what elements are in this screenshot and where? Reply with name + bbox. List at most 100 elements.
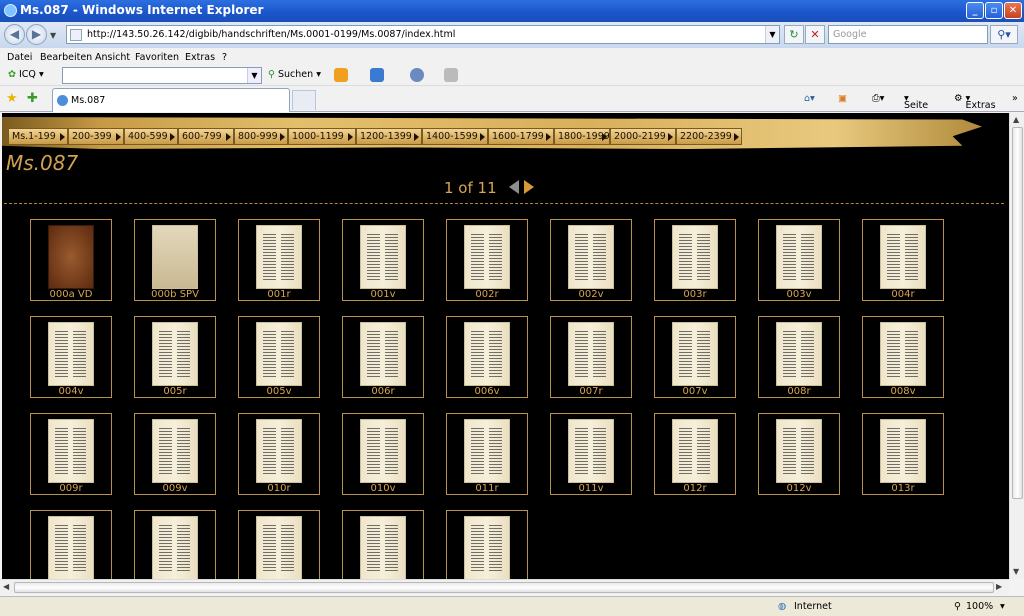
user-tool-icon[interactable] <box>410 68 424 82</box>
scroll-up-icon[interactable]: ▲ <box>1013 115 1019 124</box>
history-dropdown-icon[interactable]: ▼ <box>50 31 56 40</box>
horizontal-scrollbar[interactable]: ◀ ▶ <box>0 579 1009 594</box>
thumbnail-tile[interactable]: 011v <box>550 413 632 495</box>
refresh-button[interactable]: ↻ <box>784 25 804 44</box>
thumbnail-tile[interactable]: 000b SPV <box>134 219 216 301</box>
minimize-button[interactable]: _ <box>966 2 984 19</box>
favorites-star-icon[interactable]: ★ <box>6 91 18 106</box>
address-url[interactable]: http://143.50.26.142/digbib/handschrifte… <box>87 29 455 40</box>
thumbnail-tile[interactable]: 007v <box>654 316 736 398</box>
page-thumbnail-image <box>49 226 93 288</box>
nav-range-10[interactable]: 2000-2199 <box>610 128 676 145</box>
nav-range-8[interactable]: 1600-1799 <box>488 128 554 145</box>
nav-range-1[interactable]: 200-399 <box>68 128 124 145</box>
maximize-button[interactable]: ▫ <box>985 2 1003 19</box>
mail-tool-icon[interactable] <box>370 68 384 82</box>
home-icon[interactable]: ⌂▾ <box>804 93 815 104</box>
stop-button[interactable]: ✕ <box>805 25 825 44</box>
thumbnail-label: 000b SPV <box>151 289 199 300</box>
nav-range-4[interactable]: 800-999 <box>234 128 288 145</box>
tools-menu-button[interactable]: ⚙ Extras ▾ <box>954 93 996 111</box>
page-menu-button[interactable]: Seite ▾ <box>904 93 928 111</box>
thumbnail-tile[interactable]: 003v <box>758 219 840 301</box>
nav-range-2[interactable]: 400-599 <box>124 128 178 145</box>
menu-datei[interactable]: Datei <box>7 52 32 63</box>
thumbnail-tile[interactable] <box>446 510 528 579</box>
toolbar-search-input[interactable]: ▼ <box>62 67 262 84</box>
thumbnail-tile[interactable]: 009v <box>134 413 216 495</box>
thumbnail-tile[interactable]: 005r <box>134 316 216 398</box>
thumbnail-tile[interactable]: 010v <box>342 413 424 495</box>
scroll-right-icon[interactable]: ▶ <box>996 582 1002 591</box>
thumbnail-tile[interactable]: 003r <box>654 219 736 301</box>
scroll-left-icon[interactable]: ◀ <box>3 582 9 591</box>
zoom-icon[interactable]: ⚲ <box>954 601 961 612</box>
nav-range-0[interactable]: Ms.1-199 <box>8 128 68 145</box>
toolbar-dropdown-icon[interactable]: ▼ <box>247 68 261 83</box>
thumbnail-tile[interactable] <box>342 510 424 579</box>
menu-ansicht[interactable]: Ansicht <box>95 52 130 63</box>
thumbnail-tile[interactable]: 002r <box>446 219 528 301</box>
thumbnail-tile[interactable]: 007r <box>550 316 632 398</box>
thumbnail-tile[interactable] <box>238 510 320 579</box>
thumbnail-tile[interactable]: 001v <box>342 219 424 301</box>
address-dropdown-icon[interactable]: ▼ <box>765 26 779 43</box>
flower-tool-icon[interactable] <box>334 68 348 82</box>
menu-help[interactable]: ? <box>222 52 227 63</box>
forward-button[interactable]: ▶ <box>26 24 47 45</box>
search-go-icon[interactable]: ⚲▾ <box>990 25 1018 44</box>
page-thumbnail-image <box>465 323 509 385</box>
nav-range-5[interactable]: 1000-1199 <box>288 128 356 145</box>
nav-range-3[interactable]: 600-799 <box>178 128 234 145</box>
new-tab-button[interactable] <box>292 90 316 110</box>
thumbnail-tile[interactable]: 005v <box>238 316 320 398</box>
suchen-button[interactable]: ⚲ Suchen ▾ <box>268 69 321 80</box>
add-favorite-icon[interactable]: ✚ <box>27 91 38 106</box>
menu-favoriten[interactable]: Favoriten <box>135 52 179 63</box>
thumbnail-tile[interactable]: 002v <box>550 219 632 301</box>
page-thumbnail-image <box>881 323 925 385</box>
next-page-icon[interactable] <box>524 180 534 194</box>
thumbnail-tile[interactable]: 008r <box>758 316 840 398</box>
thumbnail-tile[interactable]: 001r <box>238 219 320 301</box>
icq-button[interactable]: ✿ ICQ ▾ <box>8 69 44 80</box>
thumbnail-tile[interactable]: 010r <box>238 413 320 495</box>
scroll-down-icon[interactable]: ▼ <box>1013 567 1019 576</box>
close-button[interactable]: ✕ <box>1004 2 1022 19</box>
thumbnail-label: 001v <box>370 289 396 300</box>
nav-range-11[interactable]: 2200-2399 <box>676 128 742 145</box>
menu-bearbeiten[interactable]: Bearbeiten <box>40 52 92 63</box>
chevron-more-icon[interactable]: » <box>1012 93 1018 104</box>
thumbnail-tile[interactable]: 004v <box>30 316 112 398</box>
back-button[interactable]: ◀ <box>4 24 25 45</box>
thumbnail-tile[interactable]: 006r <box>342 316 424 398</box>
thumbnail-tile[interactable]: 012v <box>758 413 840 495</box>
horizontal-scroll-thumb[interactable] <box>14 582 994 593</box>
thumbnail-tile[interactable] <box>30 510 112 579</box>
thumbnail-tile[interactable] <box>134 510 216 579</box>
zoom-level[interactable]: 100% <box>966 601 993 612</box>
search-input[interactable]: Google <box>828 25 988 44</box>
thumbnail-tile[interactable]: 006v <box>446 316 528 398</box>
tab-ms087[interactable]: Ms.087 <box>52 88 290 112</box>
thumbnail-tile[interactable]: 013r <box>862 413 944 495</box>
zoom-dropdown-icon[interactable]: ▾ <box>1000 601 1005 612</box>
nav-range-7[interactable]: 1400-1599 <box>422 128 488 145</box>
thumbnail-tile[interactable]: 011r <box>446 413 528 495</box>
thumbnail-tile[interactable]: 004r <box>862 219 944 301</box>
page-thumbnail-image <box>49 420 93 482</box>
nav-range-6[interactable]: 1200-1399 <box>356 128 422 145</box>
address-bar[interactable]: http://143.50.26.142/digbib/handschrifte… <box>66 25 780 44</box>
eraser-tool-icon[interactable] <box>444 68 458 82</box>
nav-range-9[interactable]: 1800-1999 <box>554 128 610 145</box>
thumbnail-tile[interactable]: 000a VD <box>30 219 112 301</box>
print-icon[interactable]: ⎙▾ <box>872 93 884 104</box>
thumbnail-tile[interactable]: 008v <box>862 316 944 398</box>
menu-extras[interactable]: Extras <box>185 52 215 63</box>
vertical-scroll-thumb[interactable] <box>1012 127 1023 499</box>
previous-page-icon[interactable] <box>509 180 519 194</box>
thumbnail-tile[interactable]: 009r <box>30 413 112 495</box>
feeds-icon[interactable]: ▣ <box>838 93 847 104</box>
vertical-scrollbar[interactable]: ▲ ▼ <box>1009 113 1024 579</box>
thumbnail-tile[interactable]: 012r <box>654 413 736 495</box>
